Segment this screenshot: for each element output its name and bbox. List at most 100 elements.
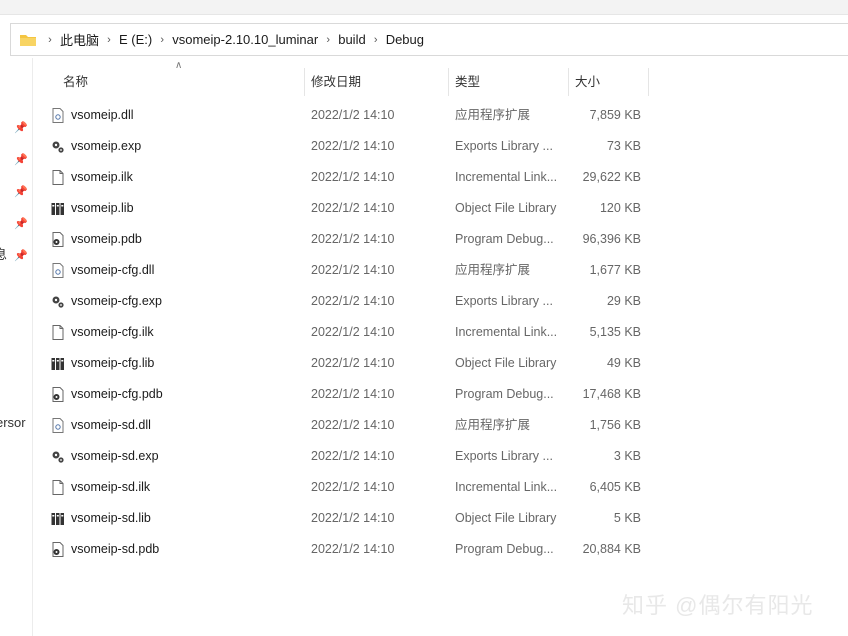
file-row[interactable]: vsomeip-cfg.dll 2022/1/2 14:10 应用程序扩展 1,677…: [33, 255, 653, 286]
lib-file-icon: [51, 511, 65, 526]
file-row[interactable]: vsomeip-sd.ilk 2022/1/2 14:10 Incremental …: [33, 472, 653, 503]
file-type: 应用程序扩展: [455, 108, 531, 122]
ilk-file-icon: [51, 325, 65, 340]
file-row[interactable]: vsomeip.pdb 2022/1/2 14:10 Program Debug..…: [33, 224, 653, 255]
file-type: Program Debug...: [455, 387, 554, 401]
file-row[interactable]: vsomeip-cfg.ilk 2022/1/2 14:10 Incremental…: [33, 317, 653, 348]
file-size: 5 KB: [613, 511, 641, 525]
file-row[interactable]: vsomeip-cfg.pdb 2022/1/2 14:10 Program Deb…: [33, 379, 653, 410]
file-name: vsomeip.dll: [71, 108, 134, 122]
file-size: 49 KB: [606, 356, 641, 370]
chevron-right-icon[interactable]: ›: [369, 34, 383, 46]
nav-item-label[interactable]: ersor: [0, 415, 26, 430]
file-name: vsomeip-cfg.dll: [71, 263, 155, 277]
file-name: vsomeip.ilk: [71, 170, 133, 184]
breadcrumb-build[interactable]: build: [335, 32, 368, 47]
file-modified-date: 2022/1/2 14:10: [311, 325, 395, 339]
file-row[interactable]: vsomeip-cfg.lib 2022/1/2 14:10 Object File…: [33, 348, 653, 379]
file-type: Object File Library: [455, 511, 557, 525]
file-modified-date: 2022/1/2 14:10: [311, 480, 395, 494]
file-modified-date: 2022/1/2 14:10: [311, 511, 395, 525]
lib-file-icon: [51, 201, 65, 216]
file-name: vsomeip-sd.dll: [71, 418, 151, 432]
file-name: vsomeip-sd.exp: [71, 449, 159, 463]
file-size: 1,756 KB: [589, 418, 641, 432]
file-type: Program Debug...: [455, 542, 554, 556]
column-header-name[interactable]: 名称: [57, 68, 305, 96]
column-header-date[interactable]: 修改日期: [305, 68, 449, 96]
file-size: 29 KB: [606, 294, 641, 308]
file-type: Incremental Link...: [455, 480, 558, 494]
pdb-file-icon: [51, 387, 65, 402]
address-bar[interactable]: › 此电脑 › E (E:) › vsomeip-2.10.10_luminar…: [10, 23, 848, 56]
chevron-right-icon[interactable]: ›: [321, 34, 335, 46]
file-type: Exports Library ...: [455, 294, 553, 308]
file-type: 应用程序扩展: [455, 263, 531, 277]
column-header-row: ∧ 名称 修改日期 类型 大小: [33, 60, 673, 98]
pdb-file-icon: [51, 542, 65, 557]
file-name: vsomeip-cfg.ilk: [71, 325, 154, 339]
pin-icon[interactable]: 📌: [14, 121, 28, 134]
file-name: vsomeip-sd.ilk: [71, 480, 151, 494]
breadcrumb-this-pc[interactable]: 此电脑: [57, 30, 102, 49]
file-type: Exports Library ...: [455, 449, 553, 463]
file-type: Incremental Link...: [455, 170, 558, 184]
file-size: 96,396 KB: [582, 232, 641, 246]
watermark: 知乎 @偶尔有阳光: [622, 593, 814, 618]
breadcrumb-debug[interactable]: Debug: [383, 32, 427, 47]
pin-icon[interactable]: 📌: [14, 153, 28, 166]
exp-file-icon: [51, 294, 65, 309]
file-row[interactable]: vsomeip-sd.exp 2022/1/2 14:10 Exports Libr…: [33, 441, 653, 472]
file-name: vsomeip-sd.pdb: [71, 542, 160, 556]
pin-icon[interactable]: 📌: [14, 249, 28, 262]
file-modified-date: 2022/1/2 14:10: [311, 449, 395, 463]
file-modified-date: 2022/1/2 14:10: [311, 294, 395, 308]
pin-icon[interactable]: 📌: [14, 217, 28, 230]
chevron-right-icon[interactable]: ›: [43, 34, 57, 46]
file-row[interactable]: vsomeip.exp 2022/1/2 14:10 Exports Library…: [33, 131, 653, 162]
pin-icon[interactable]: 📌: [14, 185, 28, 198]
file-modified-date: 2022/1/2 14:10: [311, 108, 395, 122]
chevron-right-icon[interactable]: ›: [102, 34, 116, 46]
file-type: Object File Library: [455, 201, 557, 215]
file-size: 120 KB: [599, 201, 641, 215]
file-row[interactable]: vsomeip-cfg.exp 2022/1/2 14:10 Exports Lib…: [33, 286, 653, 317]
file-row[interactable]: vsomeip.lib 2022/1/2 14:10 Object File Lib…: [33, 193, 653, 224]
column-header-size[interactable]: 大小: [569, 68, 649, 96]
navigation-pane: 📌 📌 📌 📌 📌 息 ersor: [0, 58, 33, 636]
file-row[interactable]: vsomeip-sd.pdb 2022/1/2 14:10 Program Debu…: [33, 534, 653, 565]
file-size: 73 KB: [606, 139, 641, 153]
folder-icon: [20, 34, 36, 46]
file-modified-date: 2022/1/2 14:10: [311, 201, 395, 215]
file-size: 1,677 KB: [589, 263, 641, 277]
file-row[interactable]: vsomeip-sd.lib 2022/1/2 14:10 Object File …: [33, 503, 653, 534]
file-row[interactable]: vsomeip.ilk 2022/1/2 14:10 Incremental Lin…: [33, 162, 653, 193]
file-row[interactable]: vsomeip-sd.dll 2022/1/2 14:10 应用程序扩展 1,756 …: [33, 410, 653, 441]
file-type: Incremental Link...: [455, 325, 558, 339]
file-row[interactable]: vsomeip.dll 2022/1/2 14:10 应用程序扩展 7,859 KB: [33, 100, 653, 131]
file-modified-date: 2022/1/2 14:10: [311, 418, 395, 432]
file-type: Program Debug...: [455, 232, 554, 246]
file-name: vsomeip.pdb: [71, 232, 142, 246]
ilk-file-icon: [51, 170, 65, 185]
chevron-right-icon[interactable]: ›: [155, 34, 169, 46]
file-type: 应用程序扩展: [455, 418, 531, 432]
file-type: Object File Library: [455, 356, 557, 370]
nav-item-label[interactable]: 息: [0, 244, 7, 263]
pdb-file-icon: [51, 232, 65, 247]
dll-file-icon: [51, 263, 65, 278]
breadcrumb-drive[interactable]: E (E:): [116, 32, 155, 47]
file-modified-date: 2022/1/2 14:10: [311, 139, 395, 153]
file-name: vsomeip-sd.lib: [71, 511, 151, 525]
file-size: 7,859 KB: [589, 108, 641, 122]
column-header-type[interactable]: 类型: [449, 68, 569, 96]
file-size: 20,884 KB: [582, 542, 641, 556]
file-size: 17,468 KB: [582, 387, 641, 401]
file-size: 29,622 KB: [582, 170, 641, 184]
exp-file-icon: [51, 139, 65, 154]
file-name: vsomeip-cfg.exp: [71, 294, 163, 308]
file-size: 5,135 KB: [589, 325, 641, 339]
file-name: vsomeip-cfg.lib: [71, 356, 155, 370]
dll-file-icon: [51, 108, 65, 123]
breadcrumb-project[interactable]: vsomeip-2.10.10_luminar: [169, 32, 321, 47]
